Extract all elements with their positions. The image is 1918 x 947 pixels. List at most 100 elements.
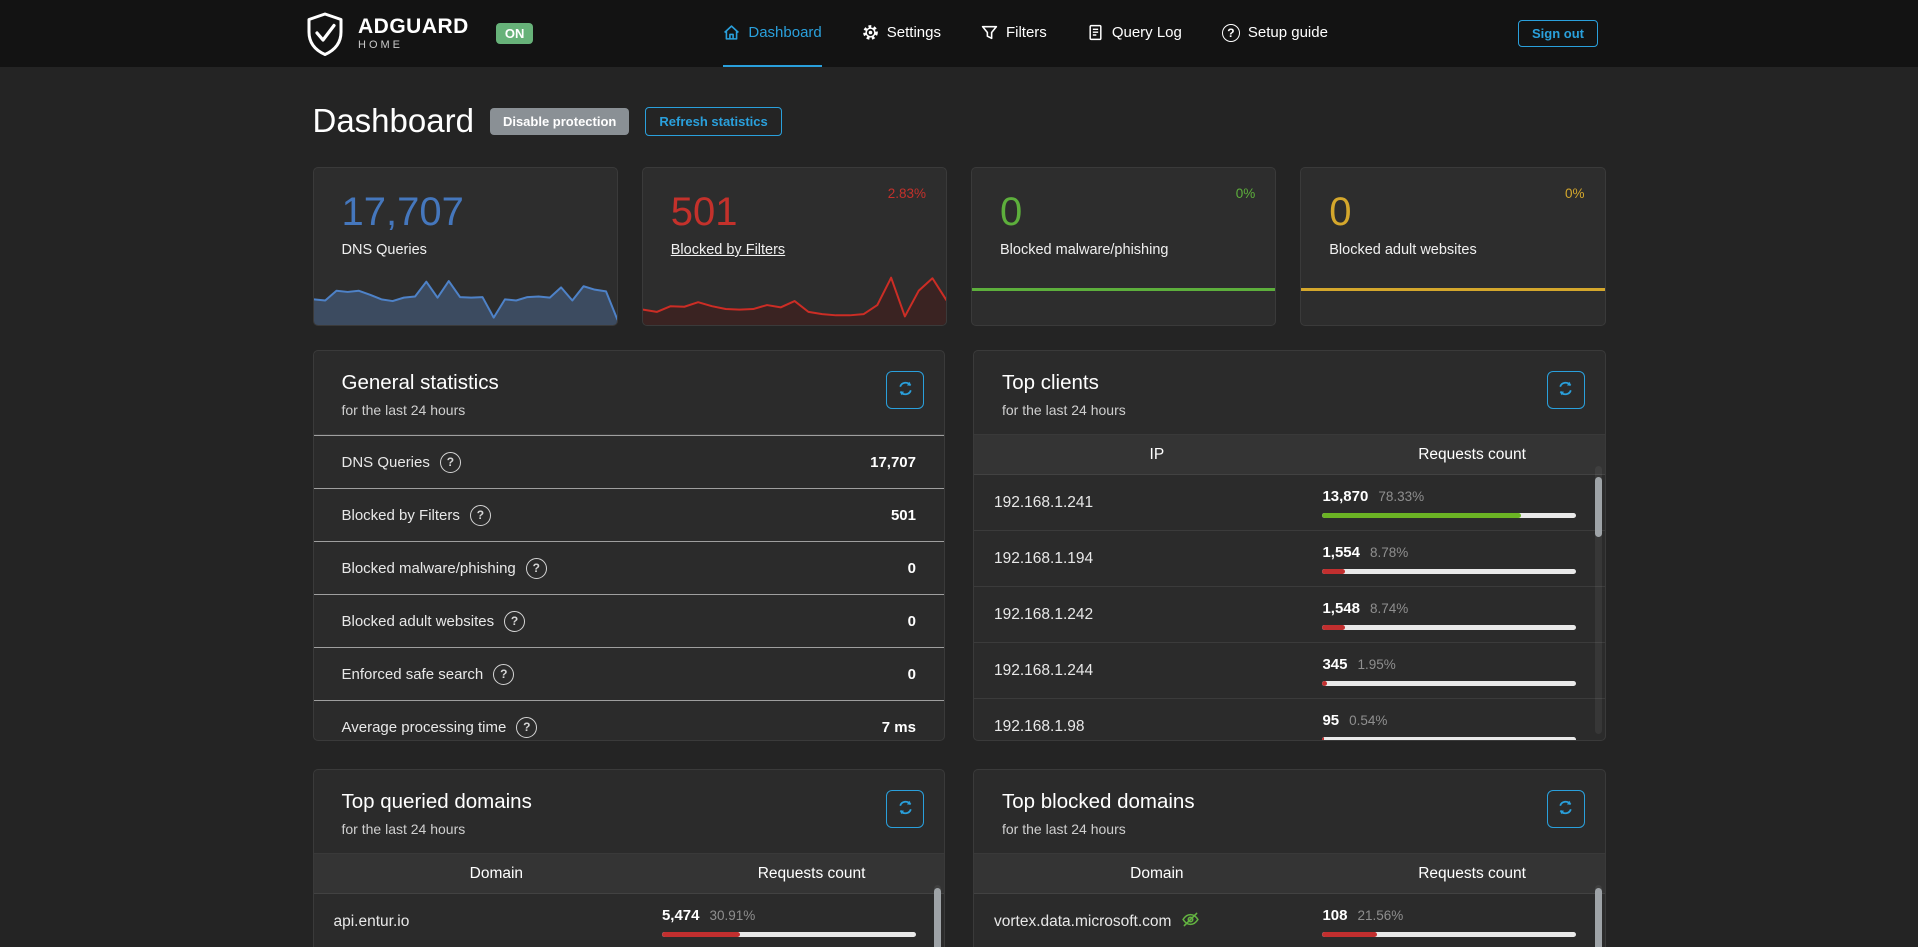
top-clients-panel: Top clients for the last 24 hours IP — [973, 350, 1606, 741]
top-blocked-domains-panel: Top blocked domains for the last 24 hour… — [973, 769, 1606, 947]
document-icon — [1087, 24, 1104, 41]
scrollbar-thumb[interactable] — [1595, 888, 1602, 947]
client-ip[interactable]: 192.168.1.98 — [994, 718, 1085, 736]
request-count: 108 — [1322, 907, 1347, 924]
request-percent: 30.91% — [709, 908, 755, 923]
nav-label: Query Log — [1112, 24, 1182, 41]
progress-bar-fill — [1322, 569, 1344, 574]
stat-row-label: DNS Queries — [342, 454, 430, 471]
client-ip[interactable]: 192.168.1.241 — [994, 494, 1093, 512]
panel-title: Top clients — [1002, 371, 1577, 395]
blocked-by-filters-link[interactable]: Blocked by Filters — [671, 242, 785, 258]
progress-bar-fill — [1322, 625, 1344, 630]
scrollbar-thumb[interactable] — [1595, 477, 1602, 537]
nav-item-filters[interactable]: Filters — [981, 0, 1047, 67]
stat-card-blocked-adult: 0% 0 Blocked adult websites — [1300, 167, 1605, 326]
domain-name[interactable]: vortex.data.microsoft.com — [994, 913, 1171, 931]
stat-row-blocked-malware: Blocked malware/phishing ? 0 — [314, 541, 945, 594]
client-ip[interactable]: 192.168.1.194 — [994, 550, 1093, 568]
main-nav: Dashboard Settings Filters — [533, 0, 1518, 67]
progress-bar-fill — [1322, 681, 1327, 686]
progress-bar — [1322, 569, 1576, 574]
logo-title: ADGUARD — [358, 16, 469, 37]
eye-off-icon[interactable] — [1181, 910, 1200, 934]
request-percent: 8.78% — [1370, 545, 1408, 560]
home-icon — [723, 24, 740, 41]
help-icon[interactable]: ? — [440, 452, 461, 473]
stat-label: DNS Queries — [342, 242, 617, 258]
stat-row-label: Blocked by Filters — [342, 507, 460, 524]
stat-row-value: 7 ms — [882, 719, 916, 736]
domain-name[interactable]: api.entur.io — [334, 913, 410, 931]
adguard-logo: ADGUARD HOME ON — [305, 12, 533, 56]
adult-flat-sparkline — [1301, 288, 1604, 291]
request-percent: 21.56% — [1357, 908, 1403, 923]
nav-item-query-log[interactable]: Query Log — [1087, 0, 1182, 67]
stat-row-value: 0 — [908, 560, 916, 577]
refresh-button[interactable] — [886, 371, 924, 409]
general-statistics-panel: General statistics for the last 24 hours… — [313, 350, 946, 741]
progress-bar — [662, 932, 916, 937]
column-header-requests: Requests count — [1340, 446, 1605, 464]
blocked-filters-sparkline — [643, 268, 946, 325]
stat-percent: 0% — [1236, 186, 1256, 201]
nav-label: Setup guide — [1248, 24, 1328, 41]
domain-row: vortex.data.microsoft.com 108 21.56% — [974, 894, 1605, 947]
stat-row-value: 0 — [908, 613, 916, 630]
client-row: 192.168.1.241 13,870 78.33% — [974, 475, 1605, 531]
nav-item-dashboard[interactable]: Dashboard — [723, 0, 821, 67]
refresh-button[interactable] — [1547, 371, 1585, 409]
client-ip[interactable]: 192.168.1.244 — [994, 662, 1093, 680]
stat-percent: 0% — [1565, 186, 1585, 201]
shield-logo-icon — [305, 12, 345, 56]
column-header-domain: Domain — [314, 865, 680, 883]
help-icon[interactable]: ? — [470, 505, 491, 526]
progress-bar-fill — [1322, 513, 1521, 518]
stat-label: Blocked malware/phishing — [1000, 242, 1275, 258]
scrollbar-thumb[interactable] — [934, 888, 941, 947]
help-icon[interactable]: ? — [504, 611, 525, 632]
request-count: 5,474 — [662, 907, 700, 924]
panel-title: General statistics — [342, 371, 917, 395]
column-header-requests: Requests count — [1340, 865, 1605, 883]
nav-item-setup-guide[interactable]: ? Setup guide — [1222, 0, 1328, 67]
request-percent: 0.54% — [1349, 713, 1387, 728]
refresh-statistics-button[interactable]: Refresh statistics — [645, 107, 781, 136]
panel-subtitle: for the last 24 hours — [1002, 402, 1577, 418]
help-icon[interactable]: ? — [493, 664, 514, 685]
stat-percent: 2.83% — [888, 186, 926, 201]
progress-bar — [1322, 737, 1576, 742]
request-percent: 78.33% — [1378, 489, 1424, 504]
nav-item-settings[interactable]: Settings — [862, 0, 941, 67]
help-icon[interactable]: ? — [526, 558, 547, 579]
panel-subtitle: for the last 24 hours — [342, 821, 917, 837]
stat-row-label: Blocked malware/phishing — [342, 560, 516, 577]
client-ip[interactable]: 192.168.1.242 — [994, 606, 1093, 624]
help-icon[interactable]: ? — [516, 717, 537, 738]
sign-out-button[interactable]: Sign out — [1518, 20, 1598, 47]
stat-row-blocked-filters: Blocked by Filters ? 501 — [314, 488, 945, 541]
stat-row-label: Average processing time — [342, 719, 507, 736]
stat-row-safe-search: Enforced safe search ? 0 — [314, 647, 945, 700]
stat-row-label: Blocked adult websites — [342, 613, 495, 630]
stat-card-dns-queries: 17,707 DNS Queries — [313, 167, 618, 326]
progress-bar-fill — [1322, 932, 1377, 937]
column-header-domain: Domain — [974, 865, 1340, 883]
stat-row-blocked-adult: Blocked adult websites ? 0 — [314, 594, 945, 647]
table-header: IP Requests count — [974, 435, 1605, 475]
request-count: 13,870 — [1322, 488, 1368, 505]
progress-bar — [1322, 681, 1576, 686]
disable-protection-button[interactable]: Disable protection — [490, 108, 629, 135]
table-header: Domain Requests count — [974, 854, 1605, 894]
stat-row-label: Enforced safe search — [342, 666, 484, 683]
client-row: 192.168.1.194 1,554 8.78% — [974, 531, 1605, 587]
progress-bar — [1322, 513, 1576, 518]
app-header: ADGUARD HOME ON Dashboard Settings — [0, 0, 1918, 67]
refresh-button[interactable] — [1547, 790, 1585, 828]
top-queried-domains-panel: Top queried domains for the last 24 hour… — [313, 769, 946, 947]
refresh-button[interactable] — [886, 790, 924, 828]
gear-icon — [862, 24, 879, 41]
protection-status-badge: ON — [496, 23, 534, 45]
request-count: 95 — [1322, 712, 1339, 729]
stat-value: 0 — [1329, 192, 1604, 232]
